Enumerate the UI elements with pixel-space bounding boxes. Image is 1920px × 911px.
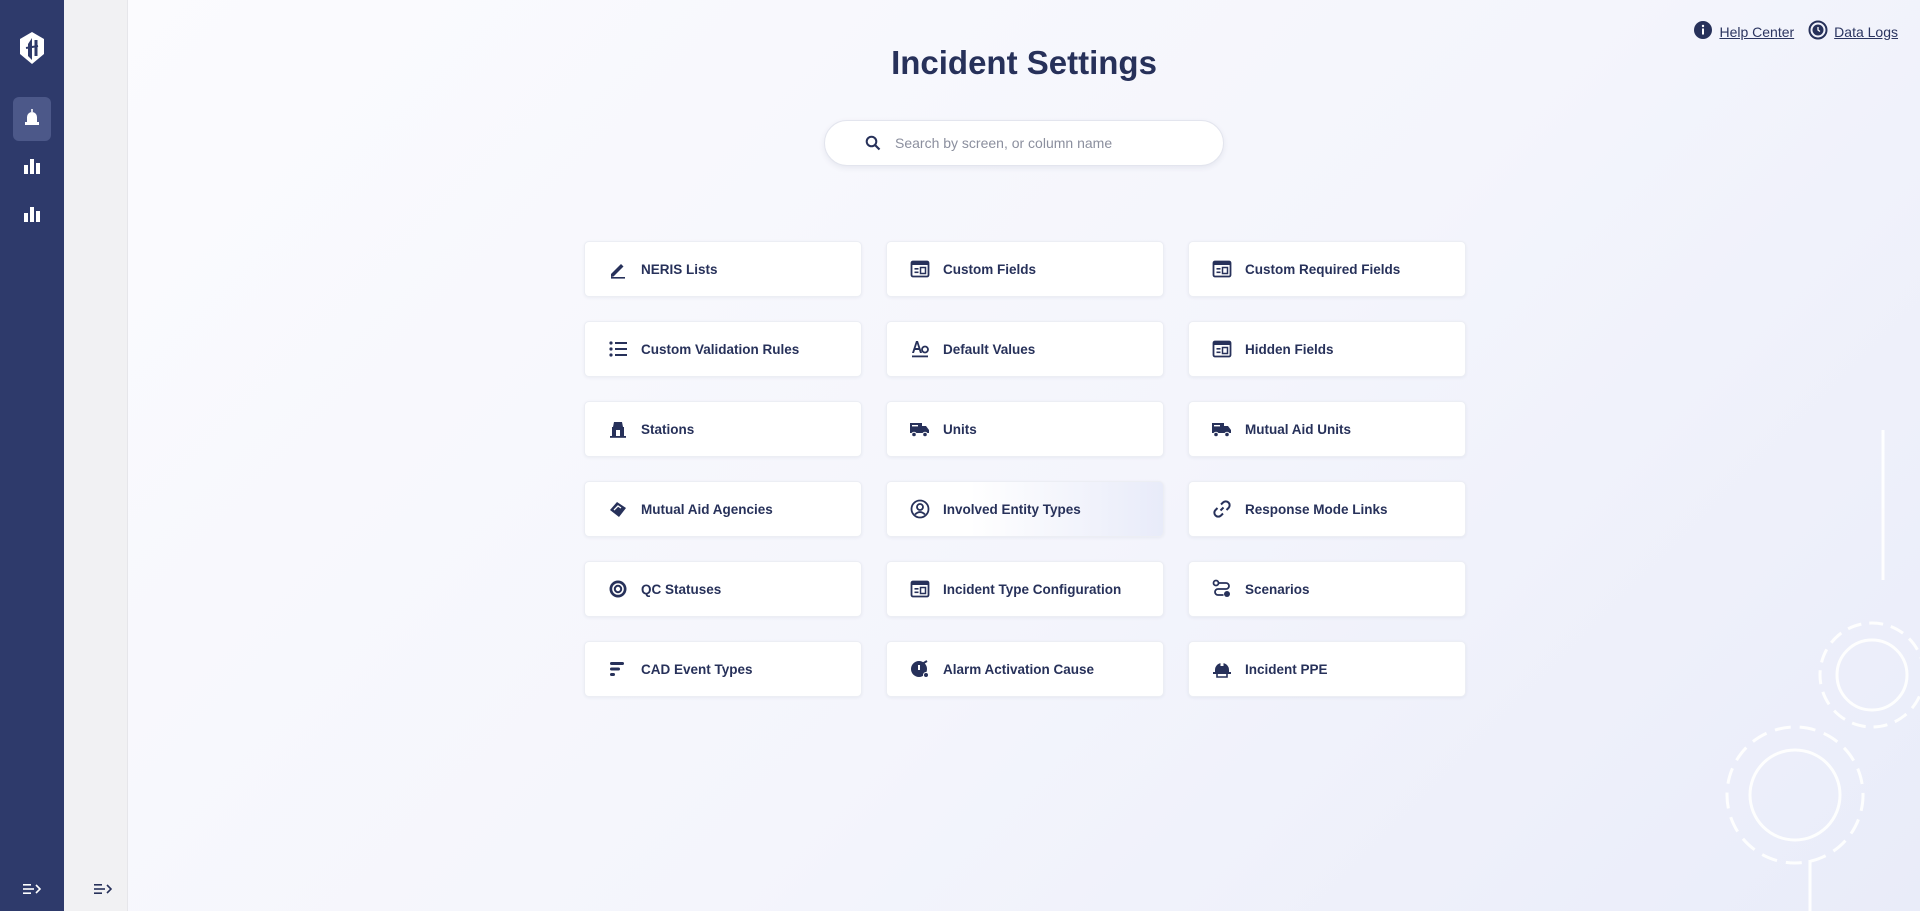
secondary-nav-panel <box>64 0 128 911</box>
badge-check-icon <box>607 578 629 600</box>
setting-card-cad-event-types[interactable]: CAD Event Types <box>584 641 862 697</box>
expand-arrow-icon <box>23 882 42 900</box>
setting-card-mutual-aid-units[interactable]: Mutual Aid Units <box>1188 401 1466 457</box>
setting-card-label: Alarm Activation Cause <box>943 661 1095 677</box>
table-form-icon <box>1211 338 1233 360</box>
app-logo-icon[interactable] <box>17 30 47 66</box>
main-content: Help Center Data Logs Incident Settings <box>128 0 1920 911</box>
setting-card-label: Custom Fields <box>943 261 1037 277</box>
settings-grid: NERIS Lists Custom Fields Custom Require… <box>584 241 1466 697</box>
setting-card-custom-required-fields[interactable]: Custom Required Fields <box>1188 241 1466 297</box>
setting-card-default-values[interactable]: Default Values <box>886 321 1164 377</box>
page-title: Incident Settings <box>891 44 1157 81</box>
setting-card-label: CAD Event Types <box>641 661 753 677</box>
search-input[interactable] <box>895 135 1195 151</box>
setting-card-label: Custom Required Fields <box>1245 261 1401 277</box>
history-clock-icon <box>1808 20 1828 43</box>
setting-card-units[interactable]: Units <box>886 401 1164 457</box>
setting-card-hidden-fields[interactable]: Hidden Fields <box>1188 321 1466 377</box>
setting-card-label: Default Values <box>943 341 1036 357</box>
nav-reports-button[interactable] <box>13 146 51 190</box>
setting-card-qc-statuses[interactable]: QC Statuses <box>584 561 862 617</box>
setting-card-label: NERIS Lists <box>641 261 718 277</box>
text-format-icon <box>909 338 931 360</box>
firefighter-helmet-icon <box>1211 658 1233 680</box>
setting-card-label: Mutual Aid Units <box>1245 421 1351 437</box>
search-box <box>824 120 1224 166</box>
setting-card-label: Mutual Aid Agencies <box>641 501 773 517</box>
bar-chart-icon <box>23 157 41 180</box>
truck-icon <box>1211 418 1233 440</box>
alarm-bell-icon <box>909 658 931 680</box>
setting-card-label: Scenarios <box>1245 581 1310 597</box>
left-nav-rail <box>0 0 64 911</box>
truck-icon <box>909 418 931 440</box>
person-circle-icon <box>909 498 931 520</box>
table-form-icon <box>1211 258 1233 280</box>
data-logs-link[interactable]: Data Logs <box>1808 20 1898 43</box>
expand-panel-button[interactable] <box>92 883 114 899</box>
setting-card-neris-lists[interactable]: NERIS Lists <box>584 241 862 297</box>
setting-card-label: Units <box>943 421 977 437</box>
setting-card-label: Incident PPE <box>1245 661 1328 677</box>
decorative-gears-graphic <box>1720 420 1920 911</box>
nav-analytics-button[interactable] <box>13 194 51 238</box>
nav-incidents-button[interactable] <box>13 97 51 141</box>
setting-card-label: Involved Entity Types <box>943 501 1081 517</box>
help-center-link[interactable]: Help Center <box>1693 20 1794 43</box>
setting-card-incident-ppe[interactable]: Incident PPE <box>1188 641 1466 697</box>
info-icon <box>1693 20 1713 43</box>
station-building-icon <box>607 418 629 440</box>
expand-arrow-icon <box>94 882 113 900</box>
setting-card-custom-validation-rules[interactable]: Custom Validation Rules <box>584 321 862 377</box>
data-logs-label: Data Logs <box>1834 23 1898 40</box>
table-form-icon <box>909 258 931 280</box>
incident-siren-icon <box>23 108 41 131</box>
setting-card-scenarios[interactable]: Scenarios <box>1188 561 1466 617</box>
list-icon <box>607 338 629 360</box>
setting-card-mutual-aid-agencies[interactable]: Mutual Aid Agencies <box>584 481 862 537</box>
setting-card-custom-fields[interactable]: Custom Fields <box>886 241 1164 297</box>
setting-card-response-mode-links[interactable]: Response Mode Links <box>1188 481 1466 537</box>
setting-card-label: Stations <box>641 421 695 437</box>
help-center-label: Help Center <box>1719 23 1795 40</box>
setting-card-label: Hidden Fields <box>1245 341 1334 357</box>
setting-card-label: QC Statuses <box>641 581 722 597</box>
setting-card-incident-type-configuration[interactable]: Incident Type Configuration <box>886 561 1164 617</box>
search-icon <box>865 135 881 151</box>
setting-card-label: Incident Type Configuration <box>943 581 1122 597</box>
top-links: Help Center Data Logs <box>1693 20 1898 43</box>
route-icon <box>1211 578 1233 600</box>
handshake-icon <box>607 498 629 520</box>
pencil-icon <box>607 258 629 280</box>
setting-card-stations[interactable]: Stations <box>584 401 862 457</box>
setting-card-involved-entity-types[interactable]: Involved Entity Types <box>886 481 1164 537</box>
bars-icon <box>607 658 629 680</box>
setting-card-alarm-activation-cause[interactable]: Alarm Activation Cause <box>886 641 1164 697</box>
setting-card-label: Custom Validation Rules <box>641 341 800 357</box>
table-form-icon <box>909 578 931 600</box>
link-icon <box>1211 498 1233 520</box>
expand-rail-button[interactable] <box>21 883 43 899</box>
bar-chart-icon <box>23 205 41 228</box>
setting-card-label: Response Mode Links <box>1245 501 1388 517</box>
